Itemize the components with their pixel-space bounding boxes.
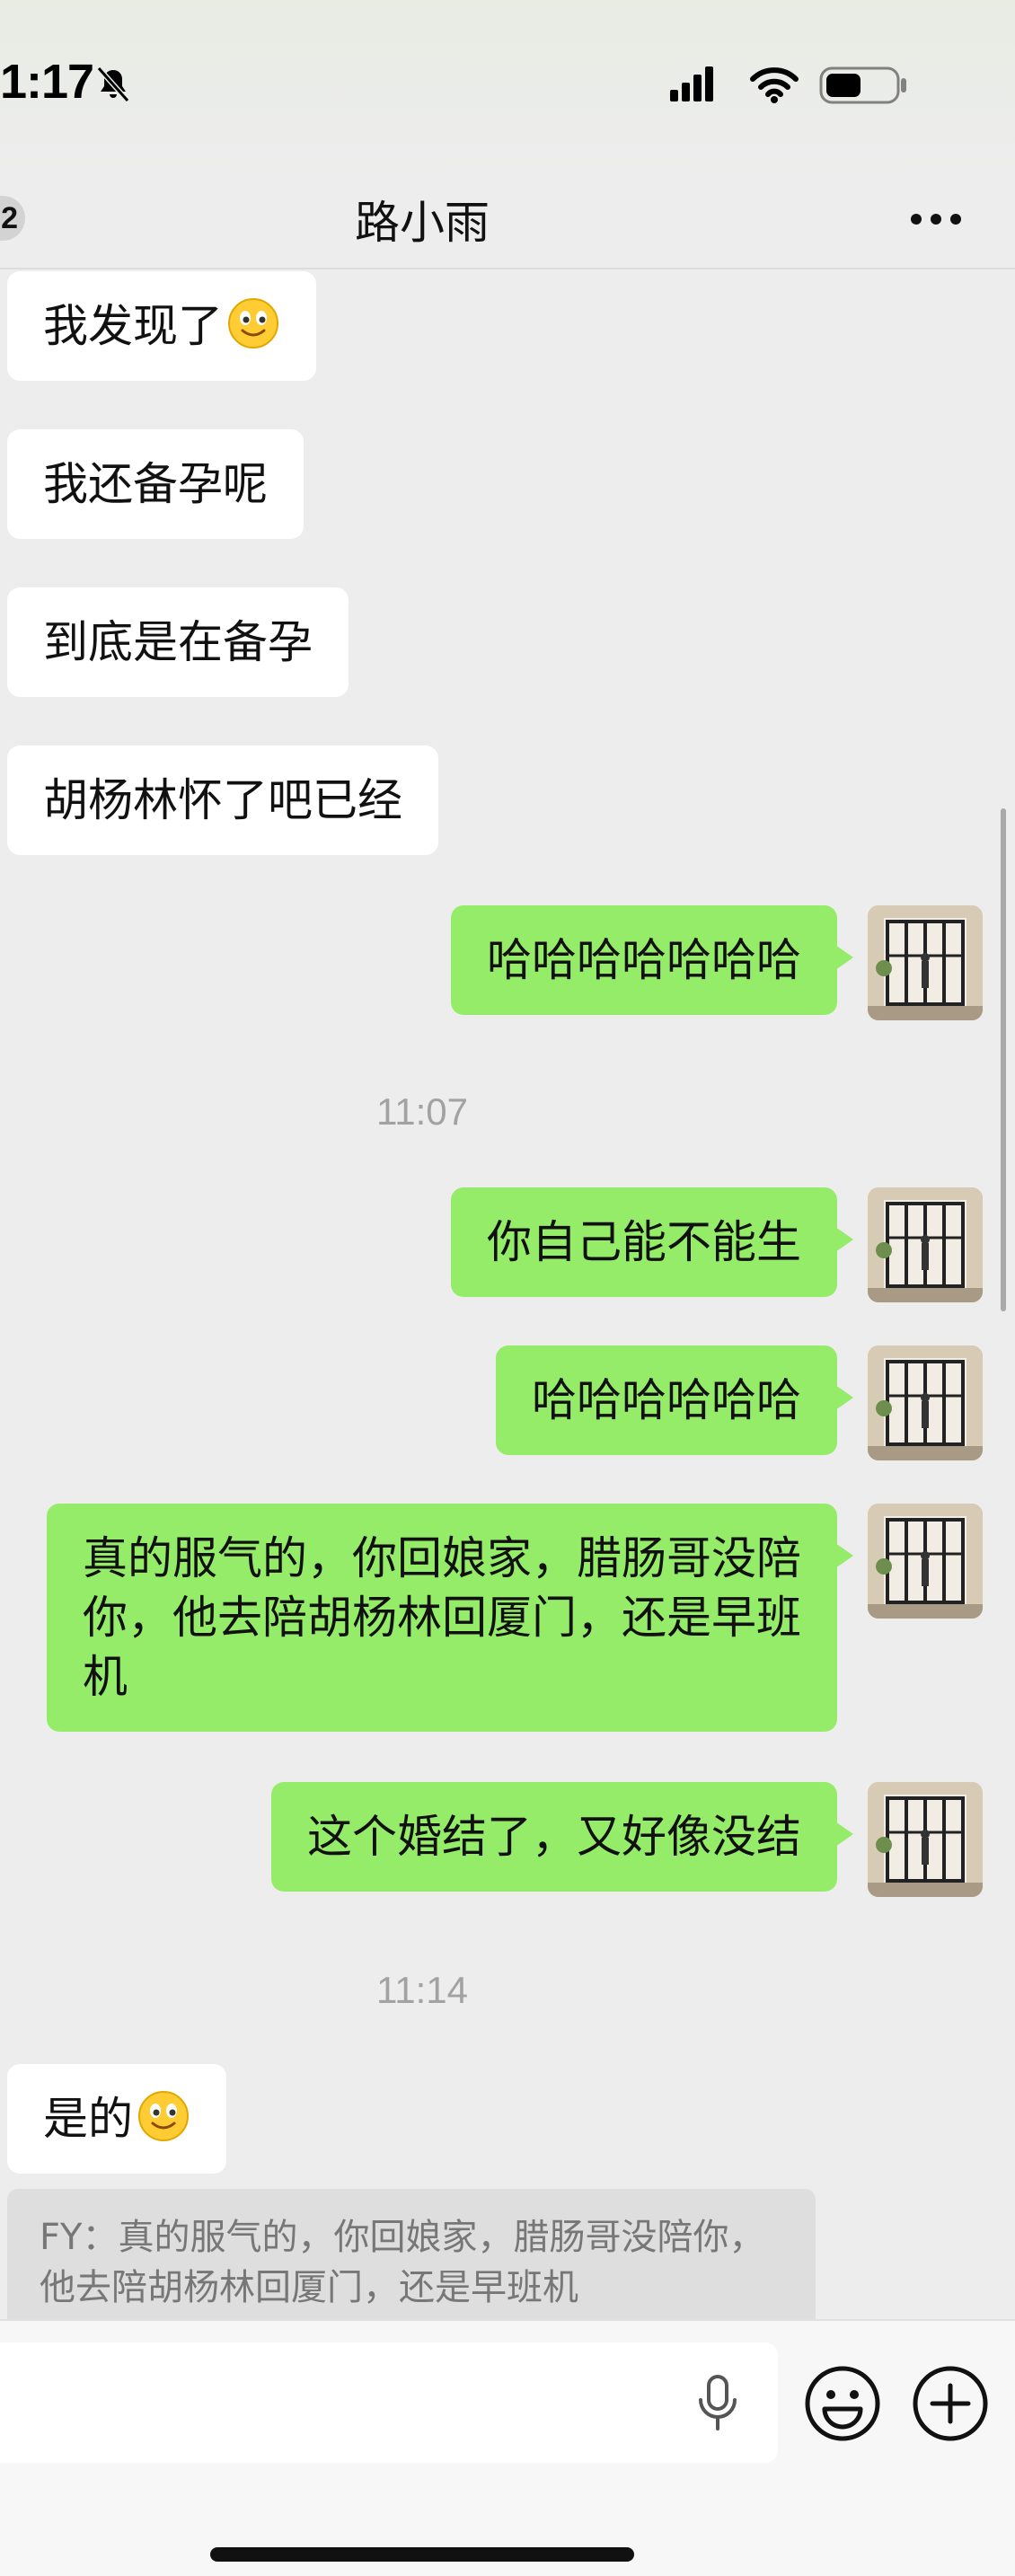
- avatar[interactable]: [868, 905, 983, 1020]
- battery-icon: [819, 66, 906, 104]
- chat-area[interactable]: 我发现了 我还备孕呢 到底是在备孕 胡杨林怀了吧已经 哈哈哈哈哈哈哈 11:07…: [0, 269, 1015, 2319]
- outgoing-message[interactable]: 哈哈哈哈哈哈: [496, 1345, 853, 1455]
- message-text: 这个婚结了，又好像没结: [307, 1811, 801, 1863]
- bell-slash-icon: [96, 66, 130, 102]
- input-bar: [0, 2319, 1015, 2576]
- message-text: 是的: [43, 2093, 133, 2145]
- emoji-icon[interactable]: [803, 2364, 882, 2443]
- incoming-message[interactable]: 到底是在备孕: [7, 587, 349, 697]
- message-text: 胡杨林怀了吧已经: [43, 774, 402, 826]
- incoming-message[interactable]: 胡杨林怀了吧已经: [7, 745, 438, 855]
- smile-emoji-icon: [138, 2091, 189, 2141]
- avatar-image: [868, 905, 983, 1020]
- avatar-image: [868, 1345, 983, 1460]
- timestamp: 11:07: [376, 1090, 468, 1133]
- avatar[interactable]: [868, 1187, 983, 1302]
- message-text: 真的服气的，你回娘家，腊肠哥没陪你，他去陪胡杨林回厦门，还是早班机: [83, 1532, 801, 1703]
- smile-emoji-icon: [228, 298, 278, 348]
- plus-icon[interactable]: [911, 2364, 990, 2443]
- avatar-image: [868, 1782, 983, 1897]
- avatar[interactable]: [868, 1345, 983, 1460]
- message-text: 哈哈哈哈哈哈哈: [487, 934, 801, 986]
- more-options-icon[interactable]: [907, 203, 965, 235]
- message-text: 到底是在备孕: [43, 616, 313, 668]
- quoted-text: FY：真的服气的，你回娘家，腊肠哥没陪你，他去陪胡杨林回厦门，还是早班机: [40, 2217, 765, 2308]
- quoted-message[interactable]: FY：真的服气的，你回娘家，腊肠哥没陪你，他去陪胡杨林回厦门，还是早班机: [7, 2189, 816, 2319]
- outgoing-message[interactable]: 你自己能不能生: [451, 1187, 853, 1297]
- cellular-signal-icon: [670, 66, 713, 101]
- status-time: 1:17: [0, 55, 94, 109]
- home-indicator: [210, 2547, 634, 2562]
- avatar[interactable]: [868, 1504, 983, 1619]
- message-input[interactable]: [0, 2342, 778, 2463]
- incoming-message[interactable]: 是的: [7, 2064, 226, 2174]
- avatar-image: [868, 1187, 983, 1302]
- message-text: 哈哈哈哈哈哈: [532, 1374, 801, 1426]
- avatar-image: [868, 1504, 983, 1619]
- outgoing-message[interactable]: 这个婚结了，又好像没结: [271, 1782, 853, 1892]
- wifi-icon: [750, 67, 799, 103]
- nav-bar: 2 路小雨: [0, 171, 1015, 269]
- timestamp: 11:14: [376, 1969, 468, 2011]
- incoming-message[interactable]: 我还备孕呢: [7, 429, 304, 539]
- page-title: 路小雨: [355, 197, 490, 249]
- avatar[interactable]: [868, 1782, 983, 1897]
- incoming-message[interactable]: 我发现了: [7, 271, 316, 381]
- message-text: 我还备孕呢: [43, 458, 268, 510]
- status-bar: 1:17: [0, 0, 1015, 171]
- message-text: 你自己能不能生: [487, 1216, 801, 1268]
- scrollbar[interactable]: [1001, 808, 1006, 1311]
- outgoing-message[interactable]: 哈哈哈哈哈哈哈: [451, 905, 853, 1015]
- outgoing-message[interactable]: 真的服气的，你回娘家，腊肠哥没陪你，他去陪胡杨林回厦门，还是早班机: [47, 1504, 853, 1732]
- microphone-icon[interactable]: [695, 2373, 740, 2432]
- message-text: 我发现了: [43, 300, 223, 352]
